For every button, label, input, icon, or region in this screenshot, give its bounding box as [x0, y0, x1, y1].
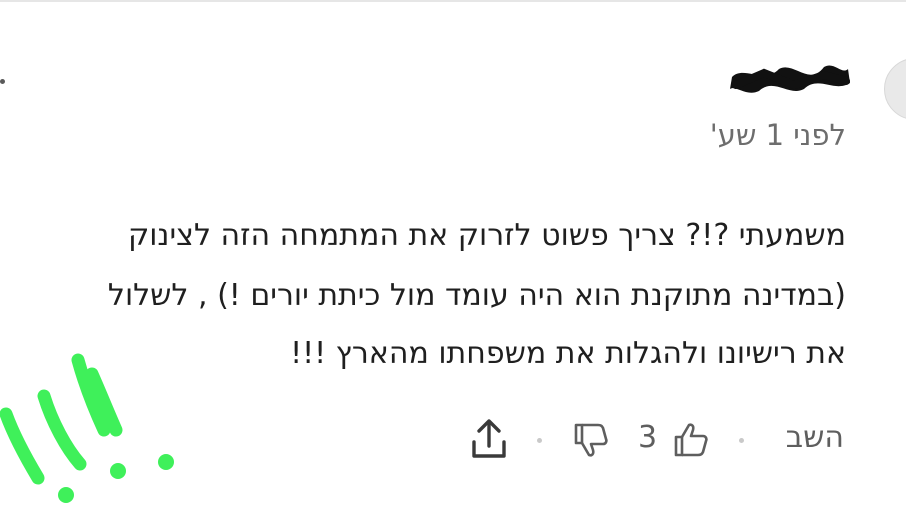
top-divider — [0, 0, 906, 2]
avatar[interactable] — [884, 58, 906, 120]
comment-timestamp: לפני 1 שע' — [709, 118, 846, 152]
reply-button[interactable]: השב — [786, 420, 844, 455]
comment-text-line: את רישיונו ולהגלות את משפחתו מהארץ !!! — [290, 336, 846, 371]
redacted-author-name — [730, 65, 850, 93]
exclamation-annotation-drawing — [0, 353, 174, 503]
comment-text-line: משמעתי ?!? צריך פשוט לזרוק את המתמחה הזה… — [127, 218, 846, 253]
thumbs-up-icon[interactable] — [670, 419, 712, 461]
thumbs-down-icon[interactable] — [570, 419, 612, 461]
like-count: 3 — [638, 420, 658, 455]
more-options-icon[interactable] — [0, 79, 5, 84]
separator-dot — [537, 438, 542, 443]
share-upload-icon[interactable] — [468, 416, 510, 462]
separator-dot — [739, 438, 744, 443]
comment-text-line: (במדינה מתוקנת הוא היה עומד מול כיתת יור… — [107, 278, 846, 313]
